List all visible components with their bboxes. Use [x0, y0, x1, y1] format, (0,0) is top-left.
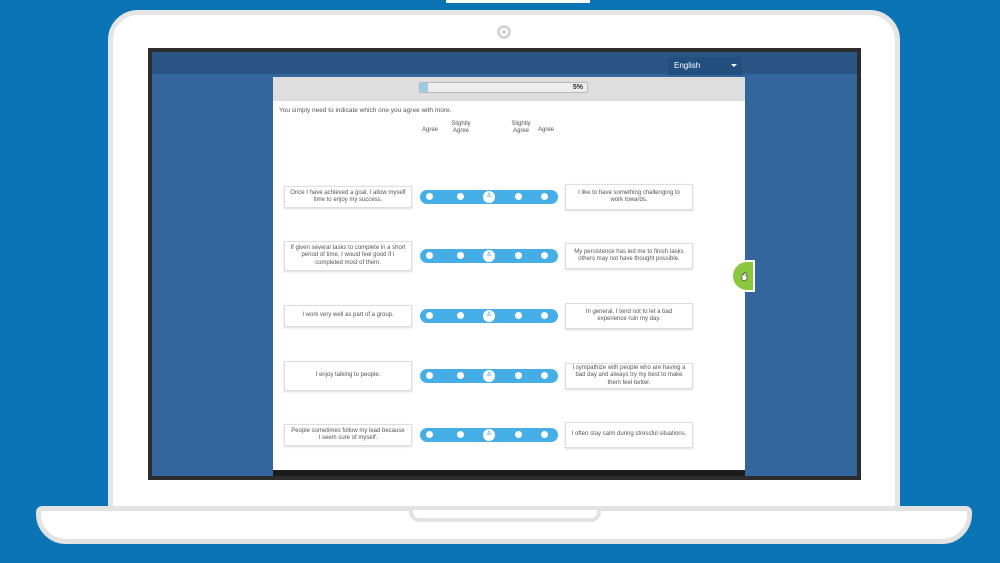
statement-left: Once I have achieved a goal, I allow mys… — [284, 186, 412, 208]
slider-handle[interactable]: ≙ — [483, 191, 495, 203]
slider-option-0[interactable] — [426, 431, 433, 438]
agreement-slider[interactable]: ≙ — [420, 190, 558, 204]
slider-option-3[interactable] — [515, 372, 522, 379]
statement-left: I work very well as part of a group. — [284, 305, 412, 327]
slider-handle[interactable]: ≙ — [483, 310, 495, 322]
slider-option-1[interactable] — [457, 431, 464, 438]
language-select[interactable]: English — [668, 57, 742, 75]
slider-option-1[interactable] — [457, 193, 464, 200]
scale-header-0: Agree — [421, 127, 438, 133]
panel-header: 5% — [273, 77, 745, 101]
statement-left: People sometimes follow my lead because … — [284, 424, 412, 446]
slider-handle[interactable]: ≙ — [483, 429, 495, 441]
statement-right: In general, I tend not to let a bad expe… — [565, 303, 693, 329]
slider-option-0[interactable] — [426, 193, 433, 200]
progress-bar: 5% — [419, 82, 588, 93]
statement-right: I sympathize with people who are having … — [565, 363, 693, 389]
slider-option-3[interactable] — [515, 312, 522, 319]
slider-option-4[interactable] — [541, 252, 548, 259]
statement-right: I like to have something challenging to … — [565, 184, 693, 210]
statement-left: I enjoy talking to people. — [284, 361, 412, 391]
hand-pointer-icon — [741, 272, 748, 281]
statement-right: I often stay calm during stressful situa… — [565, 422, 693, 448]
chevron-down-icon — [731, 64, 737, 67]
top-bar: English — [152, 52, 857, 75]
agreement-slider[interactable]: ≙ — [420, 249, 558, 263]
questionnaire-panel: 5% You simply need to indicate which one… — [273, 77, 745, 470]
slider-handle[interactable]: ≙ — [483, 250, 495, 262]
slider-option-0[interactable] — [426, 252, 433, 259]
slider-option-0[interactable] — [426, 372, 433, 379]
slider-option-1[interactable] — [457, 312, 464, 319]
scale-header-1: Slightly Agree — [451, 121, 471, 134]
slider-option-3[interactable] — [515, 431, 522, 438]
laptop-screen: English 5% You simply need to indicate w… — [148, 48, 861, 480]
scale-header-4: Agree — [537, 127, 554, 133]
instruction-text: You simply need to indicate which one yo… — [279, 107, 452, 114]
progress-fill — [420, 83, 429, 92]
slider-option-4[interactable] — [541, 431, 548, 438]
progress-label: 5% — [572, 84, 583, 91]
help-tab[interactable] — [731, 260, 755, 292]
slider-handle[interactable]: ≙ — [483, 370, 495, 382]
statement-right: My persistence has led me to finish task… — [565, 243, 693, 269]
language-select-value: English — [674, 61, 701, 70]
agreement-slider[interactable]: ≙ — [420, 369, 558, 383]
top-edge-bar — [446, 0, 590, 3]
statement-left: If given several tasks to complete in a … — [284, 241, 412, 271]
slider-option-3[interactable] — [515, 193, 522, 200]
slider-option-4[interactable] — [541, 193, 548, 200]
laptop-base-notch — [409, 510, 601, 522]
slider-option-3[interactable] — [515, 252, 522, 259]
slider-option-1[interactable] — [457, 252, 464, 259]
app-window: English 5% You simply need to indicate w… — [152, 52, 857, 476]
slider-option-4[interactable] — [541, 372, 548, 379]
slider-option-4[interactable] — [541, 312, 548, 319]
agreement-slider[interactable]: ≙ — [420, 309, 558, 323]
panel-bottom-bar — [273, 470, 745, 476]
agreement-slider[interactable]: ≙ — [420, 428, 558, 442]
slider-option-1[interactable] — [457, 372, 464, 379]
camera-icon — [497, 25, 511, 39]
slider-option-0[interactable] — [426, 312, 433, 319]
